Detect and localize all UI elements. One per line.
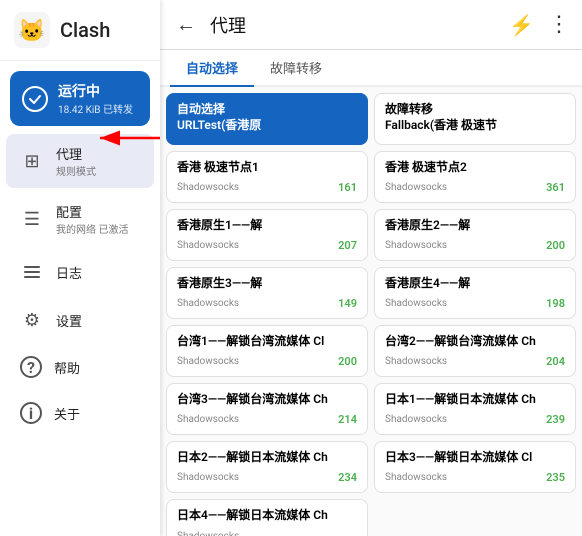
proxy-card-name: 香港原生1——解 bbox=[177, 218, 357, 234]
proxy-card-type: Shadowsocks bbox=[177, 531, 239, 536]
proxy-card-name: 香港 极速节点1 bbox=[177, 160, 357, 176]
about-label: 关于 bbox=[54, 404, 80, 423]
proxy-card-jp-2[interactable]: 日本2——解锁日本流媒体 Ch Shadowsocks 234 bbox=[166, 441, 368, 493]
proxy-card-type: Shadowsocks bbox=[385, 240, 447, 251]
proxy-card-name: 台湾3——解锁台湾流媒体 Ch bbox=[177, 392, 357, 408]
back-button[interactable]: ← bbox=[172, 10, 200, 39]
proxy-card-name: 香港原生2——解 bbox=[385, 218, 565, 234]
proxy-card-latency: 204 bbox=[546, 355, 565, 368]
proxy-label: 代理 bbox=[56, 144, 96, 163]
proxy-card-hk-origin-2[interactable]: 香港原生2——解 Shadowsocks 200 bbox=[374, 209, 576, 261]
right-header: ← 代理 ⚡ ⋮ bbox=[160, 0, 582, 50]
help-label: 帮助 bbox=[54, 358, 80, 377]
sidebar-item-settings[interactable]: ⚙ 设置 bbox=[6, 298, 154, 342]
right-title: 代理 bbox=[210, 12, 499, 38]
header-icons: ⚡ ⋮ bbox=[509, 12, 570, 37]
proxy-card-name: 自动选择 URLTest(香港原 bbox=[177, 102, 357, 133]
list-icon: ☰ bbox=[20, 207, 44, 231]
proxy-card-tw-1[interactable]: 台湾1——解锁台湾流媒体 Cl Shadowsocks 200 bbox=[166, 325, 368, 377]
proxy-card-latency: 161 bbox=[338, 181, 357, 194]
proxy-card-type: Shadowsocks bbox=[385, 298, 447, 309]
status-card[interactable]: 运行中 18.42 KiB 已转发 bbox=[10, 71, 150, 126]
status-running-label: 运行中 bbox=[58, 81, 133, 101]
lightning-icon[interactable]: ⚡ bbox=[509, 13, 534, 37]
proxy-card-name: 日本3——解锁日本流媒体 Cl bbox=[385, 450, 565, 466]
proxy-card-type: Shadowsocks bbox=[385, 472, 447, 483]
proxy-card-hk-origin-3[interactable]: 香港原生3——解 Shadowsocks 149 bbox=[166, 267, 368, 319]
config-label: 配置 bbox=[56, 202, 128, 221]
sidebar-item-proxy[interactable]: ⊞ 代理 规则模式 bbox=[6, 134, 154, 188]
proxy-card-latency: 234 bbox=[338, 471, 357, 484]
proxy-grid: 自动选择 URLTest(香港原故障转移 Fallback(香港 极速节香港 极… bbox=[160, 87, 582, 536]
proxy-card-tw-3[interactable]: 台湾3——解锁台湾流媒体 Ch Shadowsocks 214 bbox=[166, 383, 368, 435]
proxy-card-name: 香港 极速节点2 bbox=[385, 160, 565, 176]
proxy-card-hk-origin-4[interactable]: 香港原生4——解 Shadowsocks 198 bbox=[374, 267, 576, 319]
info-icon: i bbox=[20, 402, 42, 424]
tab-auto-select[interactable]: 自动选择 bbox=[170, 50, 254, 85]
right-panel: ← 代理 ⚡ ⋮ 自动选择 故障转移 自动选择 URLTest(香港原故障转移 … bbox=[160, 0, 582, 536]
tab-fallback[interactable]: 故障转移 bbox=[254, 50, 338, 85]
sidebar-item-help[interactable]: ? 帮助 bbox=[6, 346, 154, 388]
tabs-bar: 自动选择 故障转移 bbox=[160, 50, 582, 87]
proxy-card-type: Shadowsocks bbox=[177, 472, 239, 483]
proxy-card-latency: 361 bbox=[546, 181, 565, 194]
sidebar-header: 🐱 Clash bbox=[0, 0, 160, 61]
proxy-card-name: 日本1——解锁日本流媒体 Ch bbox=[385, 392, 565, 408]
proxy-card-name: 香港原生4——解 bbox=[385, 276, 565, 292]
proxy-card-fallback-select[interactable]: 故障转移 Fallback(香港 极速节 bbox=[374, 93, 576, 145]
proxy-card-latency: 198 bbox=[546, 297, 565, 310]
status-traffic-label: 18.42 KiB 已转发 bbox=[58, 101, 133, 116]
proxy-card-tw-2[interactable]: 台湾2——解锁台湾流媒体 Ch Shadowsocks 204 bbox=[374, 325, 576, 377]
app-title: Clash bbox=[60, 18, 110, 42]
log-icon bbox=[20, 260, 44, 284]
sidebar-item-about[interactable]: i 关于 bbox=[6, 392, 154, 434]
proxy-card-latency: 235 bbox=[546, 471, 565, 484]
proxy-card-type: Shadowsocks bbox=[177, 240, 239, 251]
proxy-card-latency: 239 bbox=[546, 413, 565, 426]
proxy-card-name: 香港原生3——解 bbox=[177, 276, 357, 292]
proxy-card-name: 台湾2——解锁台湾流媒体 Ch bbox=[385, 334, 565, 350]
status-text: 运行中 18.42 KiB 已转发 bbox=[58, 81, 133, 116]
proxy-card-jp-3[interactable]: 日本3——解锁日本流媒体 Cl Shadowsocks 235 bbox=[374, 441, 576, 493]
proxy-card-latency: 149 bbox=[338, 297, 357, 310]
proxy-card-jp-4[interactable]: 日本4——解锁日本流媒体 Ch Shadowsocks bbox=[166, 499, 368, 536]
proxy-card-name: 日本4——解锁日本流媒体 Ch bbox=[177, 508, 357, 524]
proxy-card-latency: 207 bbox=[338, 239, 357, 252]
proxy-card-latency: 214 bbox=[338, 413, 357, 426]
sidebar-item-config[interactable]: ☰ 配置 我的网络 已激活 bbox=[6, 192, 154, 246]
proxy-sub: 规则模式 bbox=[56, 163, 96, 178]
proxy-card-jp-1[interactable]: 日本1——解锁日本流媒体 Ch Shadowsocks 239 bbox=[374, 383, 576, 435]
proxy-card-hk-fast-2[interactable]: 香港 极速节点2 Shadowsocks 361 bbox=[374, 151, 576, 203]
config-sub: 我的网络 已激活 bbox=[56, 221, 128, 236]
proxy-card-type: Shadowsocks bbox=[177, 414, 239, 425]
app-logo: 🐱 bbox=[14, 12, 50, 48]
sidebar-item-log[interactable]: 日志 bbox=[6, 250, 154, 294]
proxy-card-latency: 200 bbox=[338, 355, 357, 368]
svg-text:🐱: 🐱 bbox=[18, 18, 45, 44]
sidebar: 🐱 Clash 运行中 18.42 KiB 已转发 ⊞ 代理 规则模式 bbox=[0, 0, 160, 536]
log-label: 日志 bbox=[56, 263, 82, 282]
proxy-card-type: Shadowsocks bbox=[177, 298, 239, 309]
proxy-card-hk-origin-1[interactable]: 香港原生1——解 Shadowsocks 207 bbox=[166, 209, 368, 261]
status-check-icon bbox=[22, 86, 48, 112]
proxy-card-auto-select[interactable]: 自动选择 URLTest(香港原 bbox=[166, 93, 368, 145]
more-icon[interactable]: ⋮ bbox=[548, 12, 570, 37]
proxy-card-name: 故障转移 Fallback(香港 极速节 bbox=[385, 102, 565, 133]
proxy-card-name: 日本2——解锁日本流媒体 Ch bbox=[177, 450, 357, 466]
help-icon: ? bbox=[20, 356, 42, 378]
proxy-card-hk-fast-1[interactable]: 香港 极速节点1 Shadowsocks 161 bbox=[166, 151, 368, 203]
proxy-card-type: Shadowsocks bbox=[177, 182, 239, 193]
proxy-card-latency: 200 bbox=[546, 239, 565, 252]
proxy-card-type: Shadowsocks bbox=[177, 356, 239, 367]
proxy-card-type: Shadowsocks bbox=[385, 182, 447, 193]
proxy-card-type: Shadowsocks bbox=[385, 414, 447, 425]
proxy-card-type: Shadowsocks bbox=[385, 356, 447, 367]
grid-icon: ⊞ bbox=[20, 149, 44, 173]
settings-icon: ⚙ bbox=[20, 308, 44, 332]
proxy-card-name: 台湾1——解锁台湾流媒体 Cl bbox=[177, 334, 357, 350]
settings-label: 设置 bbox=[56, 311, 82, 330]
